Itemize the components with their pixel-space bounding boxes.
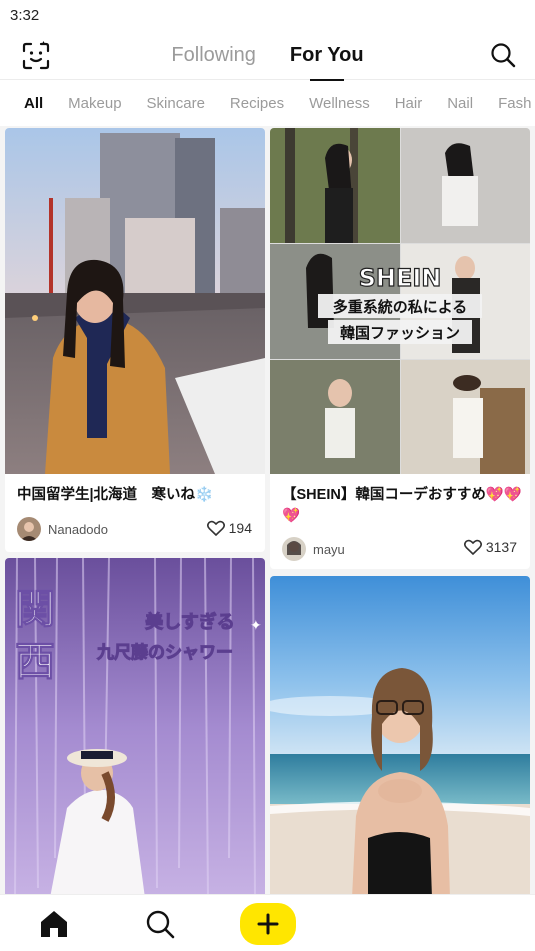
post-author[interactable]: mayu: [282, 537, 345, 561]
like-count-value: 194: [228, 520, 252, 536]
plus-icon: [257, 913, 279, 935]
avatar: [17, 517, 41, 541]
post-author[interactable]: Nanadodo: [17, 517, 108, 541]
category-hair[interactable]: Hair: [395, 95, 423, 112]
category-bar: All Makeup Skincare Recipes Wellness Hai…: [0, 80, 535, 126]
overlay-line-1: 美しすぎる: [145, 611, 235, 633]
overlay-line-2: 九尺藤のシャワー: [96, 643, 233, 663]
overlay-brand: SHEIN: [359, 264, 442, 292]
category-wellness[interactable]: Wellness: [309, 95, 370, 112]
heart-icon: [206, 520, 225, 536]
bottom-nav: [0, 894, 535, 951]
post-image: SHEIN 多重系統の私による 韓国ファッション: [270, 128, 530, 474]
post-feed: 中国留学生|北海道 寒いね❄️ Nanadodo 194 SHEIN 多重系統の…: [0, 126, 535, 894]
like-count-value: 3137: [485, 539, 517, 555]
author-name: mayu: [313, 541, 345, 557]
post-card[interactable]: [270, 576, 530, 894]
category-skincare[interactable]: Skincare: [147, 95, 205, 112]
tab-for-you[interactable]: For You: [288, 44, 366, 67]
search-icon[interactable]: [144, 908, 176, 940]
post-image: [270, 576, 530, 894]
heart-icon: [463, 539, 482, 555]
status-bar: 3:32: [0, 0, 535, 30]
create-post-button[interactable]: [240, 903, 296, 945]
svg-text:✦: ✦: [250, 617, 262, 633]
overlay-line-1: 多重系統の私による: [333, 298, 468, 316]
category-makeup[interactable]: Makeup: [68, 95, 121, 112]
post-title: 中国留学生|北海道 寒いね❄️: [17, 487, 214, 503]
search-icon[interactable]: [489, 41, 517, 69]
top-bar: Following For You: [0, 30, 535, 80]
post-card[interactable]: SHEIN 多重系統の私による 韓国ファッション 【SHEIN】韓国コーデおすす…: [270, 128, 530, 569]
post-card[interactable]: 関西 美しすぎる 九尺藤のシャワー ✦: [5, 558, 265, 894]
overlay-line-2: 韓国ファッション: [340, 324, 460, 342]
like-count[interactable]: 194: [206, 520, 252, 536]
category-recipes[interactable]: Recipes: [230, 95, 284, 112]
category-all[interactable]: All: [24, 95, 43, 112]
feed-tabs: Following For You: [0, 30, 535, 80]
category-nail[interactable]: Nail: [447, 95, 473, 112]
post-image: 関西 美しすぎる 九尺藤のシャワー ✦: [5, 558, 265, 894]
avatar: [282, 537, 306, 561]
like-count[interactable]: 3137: [463, 539, 517, 555]
post-image: [5, 128, 265, 474]
tab-following[interactable]: Following: [169, 44, 257, 67]
home-icon[interactable]: [38, 908, 70, 940]
status-time: 3:32: [10, 7, 40, 24]
post-card[interactable]: 中国留学生|北海道 寒いね❄️ Nanadodo 194: [5, 128, 265, 552]
post-title: 【SHEIN】韓国コーデおすすめ💖💖💖: [282, 487, 522, 524]
author-name: Nanadodo: [48, 521, 108, 537]
category-fashion[interactable]: Fash: [498, 95, 531, 112]
